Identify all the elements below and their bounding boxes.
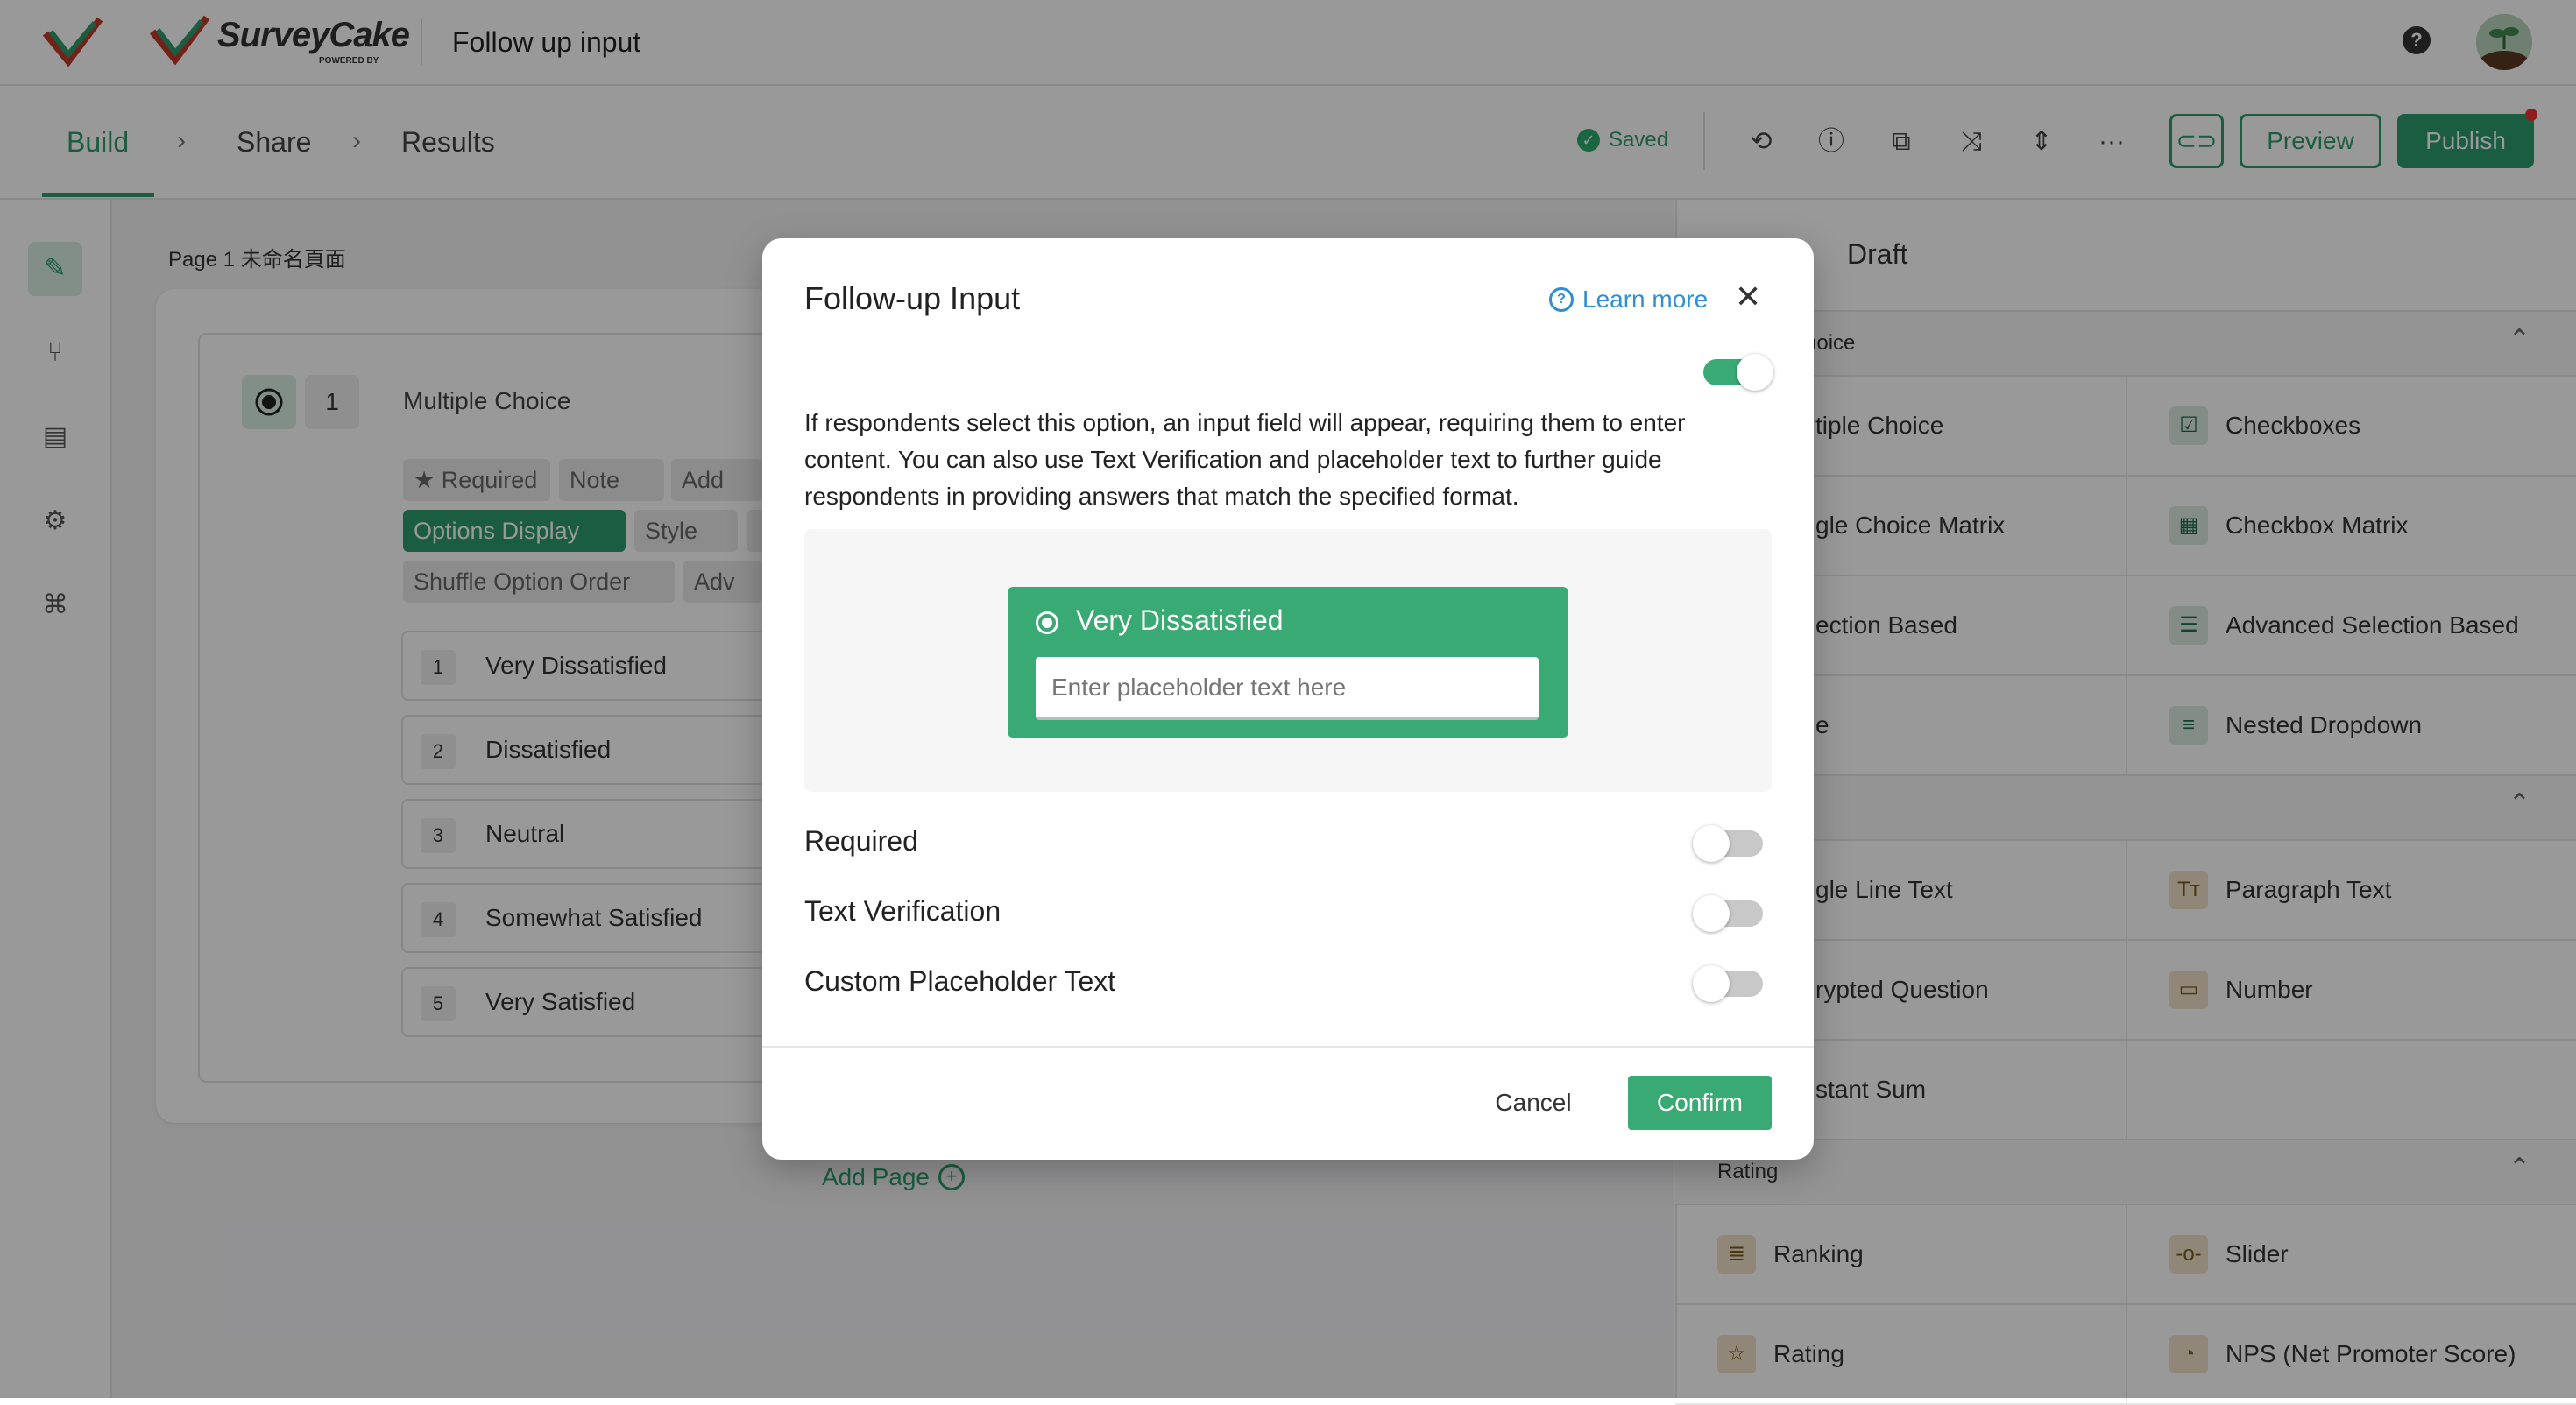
custom-placeholder-toggle[interactable]	[1693, 965, 1763, 1002]
dialog-footer-divider	[762, 1046, 1814, 1048]
preview-follow-up-input[interactable]	[1036, 657, 1539, 720]
cancel-button[interactable]: Cancel	[1472, 1076, 1595, 1130]
dialog-title: Follow-up Input	[804, 280, 1021, 316]
custom-placeholder-setting-label: Custom Placeholder Text	[804, 965, 1116, 997]
text-verification-setting-label: Text Verification	[804, 895, 1001, 927]
toggle-knob	[1737, 354, 1773, 391]
help-circle-icon: ?	[1549, 287, 1574, 312]
text-verification-toggle[interactable]	[1693, 895, 1763, 932]
radio-dot	[1042, 618, 1052, 628]
follow-up-enable-toggle[interactable]	[1703, 354, 1773, 391]
dialog-description: If respondents select this option, an in…	[804, 409, 1686, 510]
confirm-button[interactable]: Confirm	[1628, 1076, 1772, 1130]
preview-option-label: Very Dissatisfied	[1076, 604, 1284, 636]
close-icon[interactable]: ✕	[1735, 279, 1761, 315]
toggle-knob	[1693, 825, 1730, 862]
learn-more-link[interactable]: ? Learn more	[1549, 286, 1708, 314]
required-setting-label: Required	[804, 825, 918, 857]
toggle-knob	[1693, 895, 1730, 932]
learn-more-label: Learn more	[1582, 286, 1709, 313]
toggle-knob	[1693, 965, 1730, 1002]
required-toggle[interactable]	[1693, 825, 1763, 862]
